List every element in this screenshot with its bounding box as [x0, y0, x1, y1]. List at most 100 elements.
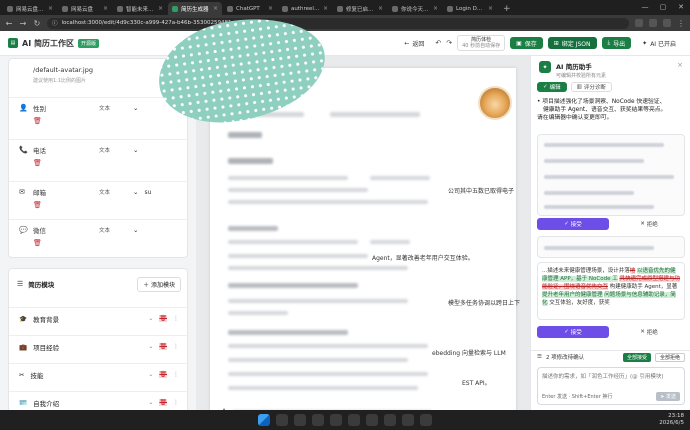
export-button[interactable]: ⤓ 导出 [601, 37, 632, 49]
mail-icon: ✉ [19, 188, 25, 196]
sparkle-icon: ✦ [642, 39, 648, 47]
new-tab-button[interactable]: + [498, 2, 516, 15]
close-icon[interactable]: × [158, 5, 163, 12]
minimize-button[interactable]: — [636, 0, 654, 14]
field-type-select[interactable]: 文本 [99, 188, 127, 196]
redo-icon[interactable]: ↷ [446, 39, 452, 47]
terminal-icon[interactable] [384, 414, 396, 426]
close-window-button[interactable]: ✕ [672, 0, 690, 14]
store-icon[interactable] [330, 414, 342, 426]
drag-handle-icon[interactable]: ⋮ [173, 315, 179, 322]
tab-edit[interactable]: ✓ 编辑 [537, 82, 567, 92]
close-icon[interactable]: × [677, 61, 683, 77]
phone-icon: 📞 [19, 146, 28, 154]
url-input[interactable]: ⓘ localhost:3000/edit/4d9c330c-a999-427a… [47, 17, 629, 29]
drag-handle-icon[interactable]: ⋮ [173, 343, 179, 350]
field-type-select[interactable]: 文本 [99, 146, 127, 154]
close-icon[interactable]: × [378, 5, 383, 12]
back-arrow-icon[interactable]: ← [5, 19, 13, 28]
trash-icon[interactable]: 🗑 [33, 159, 179, 167]
trash-icon[interactable]: 🗑 [159, 371, 167, 378]
back-button[interactable]: ← 返回 [398, 37, 430, 49]
windows-start-icon[interactable] [258, 414, 270, 426]
blurred-text [228, 299, 408, 303]
vscode-icon[interactable] [402, 414, 414, 426]
browser-tab[interactable]: ChatGPT × [223, 2, 277, 15]
close-icon[interactable]: × [213, 5, 218, 12]
add-module-button[interactable]: ＋ 添加模块 [137, 276, 181, 292]
ai-toggle-button[interactable]: ✦ AI 已开启 [636, 37, 682, 49]
close-icon[interactable]: × [433, 5, 438, 12]
browser-tab[interactable]: 网易云盘 · 我的× [3, 2, 57, 15]
close-icon[interactable]: × [268, 5, 273, 12]
resume-check-pill[interactable]: 简历体检 40 秒前自动保存 [457, 35, 506, 51]
check-icon: ✓ [564, 221, 569, 227]
browser-tab[interactable]: authreelcode.com× [278, 2, 332, 15]
close-icon[interactable]: × [48, 5, 53, 12]
chrome-icon[interactable] [366, 414, 378, 426]
field-type-select[interactable]: 文本 [99, 226, 127, 234]
avatar-path-input[interactable]: /default-avatar.jpg [33, 66, 179, 74]
trash-icon[interactable]: 🗑 [33, 239, 179, 247]
extension-icon[interactable] [635, 19, 643, 27]
trash-icon[interactable]: 🗑 [33, 201, 179, 209]
browser-tab[interactable]: 修复已启 · SJSON× [333, 2, 387, 15]
reject-button[interactable]: ✕ 拒绝 [613, 326, 685, 338]
extension-icon[interactable] [663, 19, 671, 27]
browser-tab-active[interactable]: 简历生成器 × [168, 2, 222, 15]
maximize-button[interactable]: ▢ [654, 0, 672, 14]
trash-icon[interactable]: 🗑 [159, 315, 167, 322]
chevron-down-icon[interactable]: ⌄ [148, 315, 153, 322]
send-button[interactable]: ➤ 发送 [656, 392, 680, 401]
blurred-text [330, 112, 420, 117]
field-value-input[interactable]: su [144, 189, 151, 196]
close-icon[interactable]: × [323, 5, 328, 12]
browser-tab[interactable]: 你说今天就解决× [388, 2, 442, 15]
module-row[interactable]: ✂ 技能 ⌄ 🗑 ⋮ [9, 363, 189, 385]
app-logo[interactable]: ▤ AI 简历工作区 开源版 [8, 38, 99, 49]
reject-button[interactable]: ✕ 拒绝 [613, 218, 685, 230]
reload-icon[interactable]: ↻ [33, 19, 41, 28]
accept-button[interactable]: ✓ 接受 [537, 218, 609, 230]
field-type-select[interactable]: 文本 [99, 104, 127, 112]
profile-photo[interactable] [478, 86, 512, 120]
forward-arrow-icon[interactable]: → [19, 19, 27, 28]
module-row[interactable]: 🎓 教育背景 ⌄ 🗑 ⋮ [9, 307, 189, 329]
accept-button[interactable]: ✓ 接受 [537, 326, 609, 338]
folder-icon[interactable] [294, 414, 306, 426]
assistant-message: • 项目描述强化了场景洞察、NoCode 快速验证、 健康助手 Agent、语音… [537, 99, 667, 121]
drag-handle-icon[interactable]: ⋮ [173, 399, 179, 406]
chevron-down-icon[interactable]: ⌄ [148, 371, 153, 378]
browser-tab[interactable]: Login Deep Control× [443, 2, 497, 15]
chat-input[interactable] [542, 372, 680, 388]
tab-score[interactable]: ▥ 评分诊断 [570, 82, 612, 92]
bind-json-button[interactable]: ⊞ 绑定 JSON [547, 37, 597, 49]
undo-icon[interactable]: ↶ [435, 39, 441, 47]
close-icon[interactable]: × [488, 5, 493, 12]
trash-icon[interactable]: 🗑 [33, 117, 179, 125]
extension-icon[interactable] [649, 19, 657, 27]
module-row[interactable]: 💼 项目经验 ⌄ 🗑 ⋮ [9, 335, 189, 357]
accept-all-button[interactable]: 全部接受 [622, 352, 651, 362]
chevron-down-icon[interactable]: ⌄ [148, 399, 153, 406]
search-icon[interactable] [276, 414, 288, 426]
trash-icon[interactable]: 🗑 [159, 343, 167, 350]
trash-icon[interactable]: 🗑 [159, 399, 167, 406]
doc-snippet: Agent，显著改善老年用户交互体验。 [372, 255, 474, 262]
close-icon[interactable]: × [103, 5, 108, 12]
chat-composer: Enter 发送 · Shift+Enter 换行 ➤ 发送 [537, 367, 685, 405]
browser-tab[interactable]: 网易云盘 × [58, 2, 112, 15]
chevron-down-icon[interactable]: ⌄ [148, 343, 153, 350]
system-clock[interactable]: 23:18 2026/6/5 [659, 413, 684, 427]
browser-tab[interactable]: 智能未来·智能招聘× [113, 2, 167, 15]
check-icon: ✓ [543, 84, 548, 90]
app-icon[interactable] [420, 414, 432, 426]
resume-page[interactable]: 公司其中五数已取得电子 Agent，显著改善老年用户交互体验。 模型多任务协调以… [210, 68, 520, 430]
menu-icon[interactable]: ⋮ [677, 19, 685, 28]
mail-app-icon[interactable] [348, 414, 360, 426]
drag-handle-icon[interactable]: ⋮ [173, 371, 179, 378]
reject-all-button[interactable]: 全部拒绝 [654, 352, 685, 362]
chart-icon: ▥ [576, 84, 582, 90]
save-button[interactable]: ▣ 保存 [510, 37, 543, 49]
browser-icon[interactable] [312, 414, 324, 426]
